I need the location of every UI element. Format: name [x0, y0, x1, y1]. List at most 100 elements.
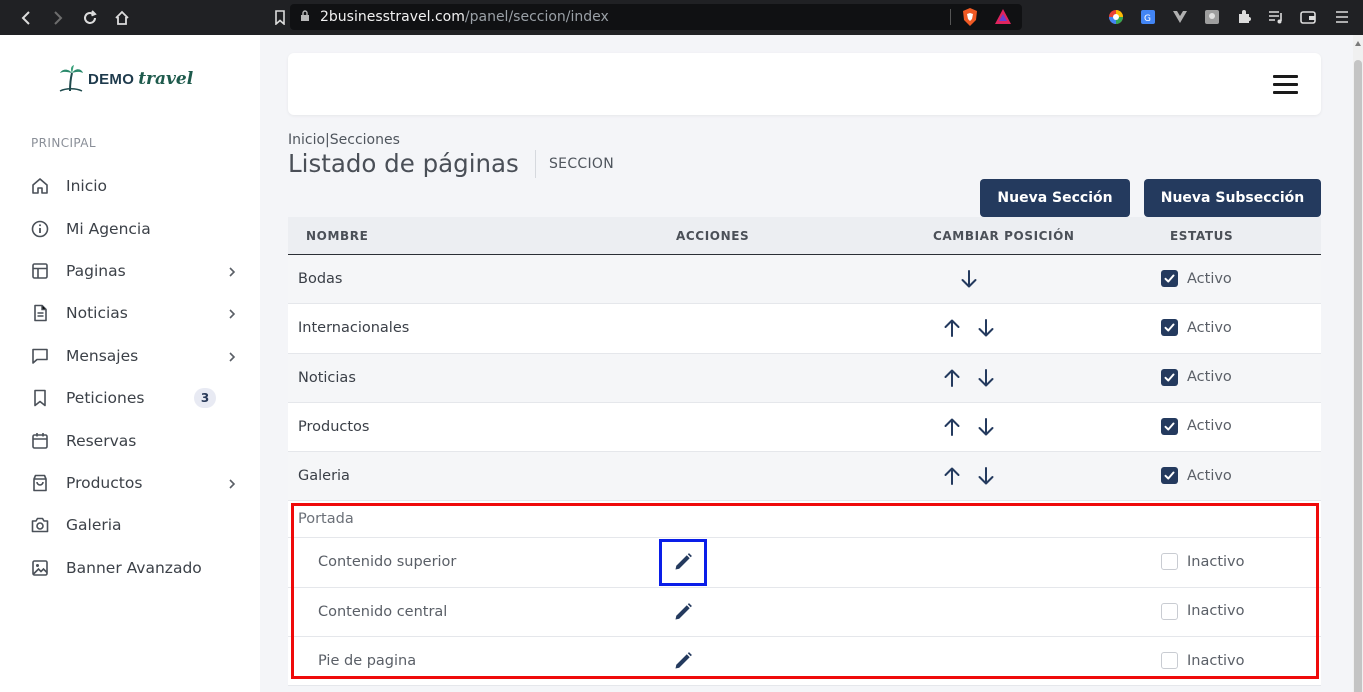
group-name: Portada: [298, 511, 354, 528]
sidebar-item-noticias[interactable]: Noticias: [0, 292, 260, 334]
header-acciones: ACCIONES: [676, 229, 750, 243]
puzzle-extensions-icon[interactable]: [1234, 7, 1254, 27]
sidebar-item-label: Mi Agencia: [66, 219, 151, 238]
shopping-bag-icon: [31, 474, 49, 492]
status-label: Activo: [1187, 369, 1232, 386]
extension-color-icon[interactable]: [1106, 7, 1126, 27]
table-row: Galeria Activo: [288, 452, 1321, 502]
hamburger-menu-icon[interactable]: [1273, 75, 1298, 94]
arrow-down-icon[interactable]: [958, 268, 980, 290]
pencil-edit-icon[interactable]: [673, 552, 693, 572]
breadcrumb[interactable]: Inicio|Secciones: [288, 132, 400, 148]
status-toggle[interactable]: Activo: [1161, 270, 1232, 287]
header-nombre: NOMBRE: [306, 229, 369, 243]
chevron-right-icon: [226, 264, 238, 278]
status-label: Activo: [1187, 270, 1232, 287]
pencil-edit-icon[interactable]: [673, 602, 693, 622]
title-divider: [535, 150, 536, 178]
sidebar-item-label: Noticias: [66, 304, 128, 323]
status-checkbox[interactable]: [1161, 417, 1178, 435]
new-section-button[interactable]: Nueva Sección: [980, 179, 1130, 217]
svg-text:G: G: [1144, 14, 1151, 24]
status-label: Inactivo: [1187, 553, 1245, 570]
table-row: Noticias Activo: [288, 353, 1321, 403]
arrow-up-icon[interactable]: [941, 465, 963, 487]
reload-icon[interactable]: [74, 6, 106, 30]
status-checkbox[interactable]: [1161, 368, 1178, 386]
status-toggle[interactable]: Inactivo: [1161, 553, 1245, 571]
back-icon[interactable]: [10, 6, 42, 30]
sidebar-item-label: Reservas: [66, 431, 137, 450]
sidebar-item-peticiones[interactable]: Peticiones 3: [0, 377, 260, 419]
status-checkbox[interactable]: [1161, 270, 1178, 287]
menu-icon[interactable]: [1332, 7, 1352, 27]
translate-icon[interactable]: G: [1138, 7, 1158, 27]
sidebar-item-productos[interactable]: Productos: [0, 462, 260, 504]
header-cambiar-posicion: CAMBIAR POSICIÓN: [933, 229, 1075, 243]
sidebar-item-mensajes[interactable]: Mensajes: [0, 335, 260, 377]
sidebar-item-paginas[interactable]: Paginas: [0, 250, 260, 292]
status-label: Activo: [1187, 418, 1232, 435]
status-checkbox[interactable]: [1161, 652, 1178, 670]
sidebar-item-label: Mensajes: [66, 346, 139, 365]
status-label: Activo: [1187, 467, 1232, 484]
section-label-principal: PRINCIPAL: [31, 136, 96, 150]
status-toggle[interactable]: Activo: [1161, 417, 1232, 435]
page-subtitle: SECCION: [549, 156, 615, 172]
sidebar-item-label: Paginas: [66, 261, 126, 280]
status-checkbox[interactable]: [1161, 319, 1178, 337]
arrow-up-icon[interactable]: [941, 416, 963, 438]
arrow-down-icon[interactable]: [975, 465, 997, 487]
status-toggle[interactable]: Activo: [1161, 319, 1232, 337]
sidebar-item-inicio[interactable]: Inicio: [0, 165, 260, 207]
arrow-down-icon[interactable]: [975, 317, 997, 339]
status-checkbox[interactable]: [1161, 467, 1178, 485]
home-browser-icon[interactable]: [106, 6, 138, 30]
sections-table: NOMBRE ACCIONES CAMBIAR POSICIÓN ESTATUS…: [288, 217, 1321, 687]
status-checkbox[interactable]: [1161, 553, 1178, 571]
sidebar-item-reservas[interactable]: Reservas: [0, 419, 260, 461]
table-header: NOMBRE ACCIONES CAMBIAR POSICIÓN ESTATUS: [288, 217, 1321, 255]
logo[interactable]: DEMO travel: [58, 65, 193, 93]
sidebar-item-banner-avanzado[interactable]: Banner Avanzado: [0, 547, 260, 589]
extension-image-icon[interactable]: [1202, 7, 1222, 27]
status-toggle[interactable]: Inactivo: [1161, 602, 1245, 620]
row-name: Contenido superior: [318, 554, 457, 571]
bookmark-icon: [31, 389, 49, 407]
wallet-icon[interactable]: [1298, 7, 1318, 27]
arrow-down-icon[interactable]: [975, 416, 997, 438]
sidebar-item-galeria[interactable]: Galeria: [0, 504, 260, 546]
arrow-up-icon[interactable]: [941, 367, 963, 389]
status-checkbox[interactable]: [1161, 602, 1178, 620]
arrow-up-icon[interactable]: [941, 317, 963, 339]
lock-icon: [300, 9, 310, 25]
sidebar-item-label: Inicio: [66, 177, 108, 196]
subsection-row: Contenido central Inactivo: [288, 587, 1321, 638]
brave-shield-icon[interactable]: [962, 8, 978, 26]
status-toggle[interactable]: Inactivo: [1161, 652, 1245, 670]
browser-toolbar: 2businesstravel.com/panel/seccion/index …: [0, 0, 1363, 35]
sidebar-item-mi-agencia[interactable]: Mi Agencia: [0, 207, 260, 249]
status-toggle[interactable]: Activo: [1161, 368, 1232, 386]
sidebar-item-label: Banner Avanzado: [66, 558, 202, 577]
row-name: Productos: [298, 418, 370, 435]
table-row: Internacionales Activo: [288, 304, 1321, 354]
forward-icon[interactable]: [42, 6, 74, 30]
url-host: 2businesstravel.com: [320, 9, 465, 25]
address-bar[interactable]: 2businesstravel.com/panel/seccion/index: [290, 4, 1022, 30]
page-scrollbar[interactable]: [1353, 35, 1363, 692]
status-label: Inactivo: [1187, 652, 1245, 669]
status-toggle[interactable]: Activo: [1161, 467, 1232, 485]
sidebar-item-label: Productos: [66, 473, 143, 492]
logo-travel-text: travel: [138, 69, 194, 89]
vue-devtools-icon[interactable]: [1170, 7, 1190, 27]
arrow-down-icon[interactable]: [975, 367, 997, 389]
scrollbar-thumb[interactable]: [1354, 60, 1362, 692]
pencil-edit-icon[interactable]: [673, 651, 693, 671]
new-subsection-button[interactable]: Nueva Subsección: [1144, 179, 1321, 217]
count-badge: 3: [194, 387, 216, 408]
brave-rewards-icon[interactable]: [994, 8, 1012, 26]
sidebar-item-label: Galeria: [66, 516, 122, 535]
playlist-icon[interactable]: [1266, 7, 1286, 27]
document-icon: [31, 304, 49, 322]
